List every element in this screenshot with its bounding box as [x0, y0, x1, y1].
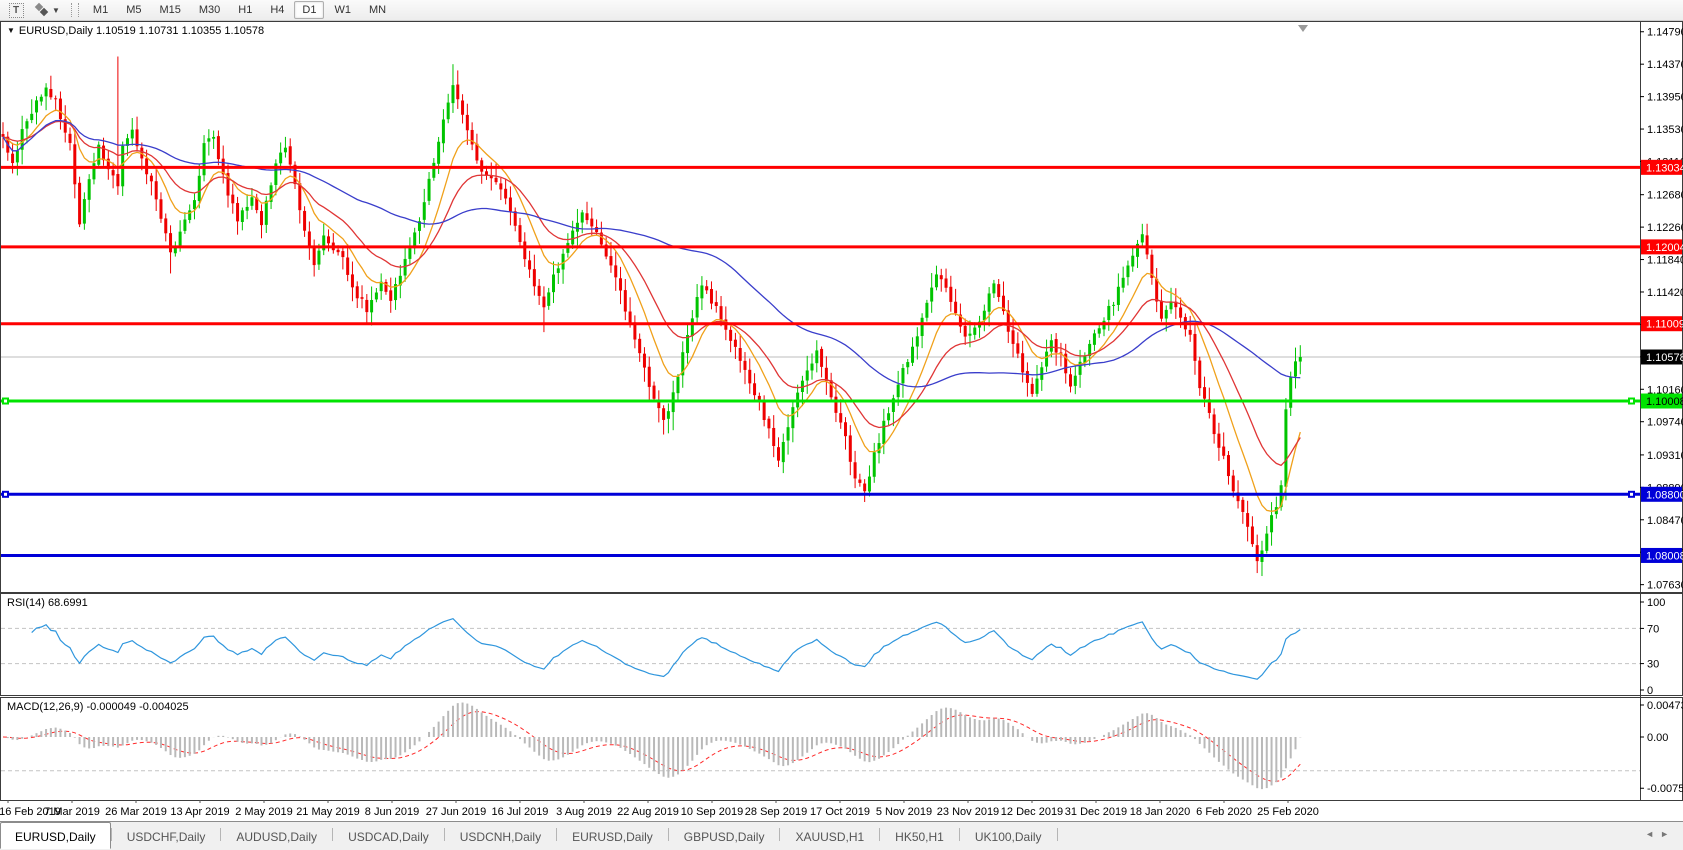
svg-text:70: 70 [1647, 623, 1659, 635]
svg-text:1.12260: 1.12260 [1647, 222, 1683, 234]
svg-text:1.08800: 1.08800 [1646, 489, 1683, 501]
svg-text:13 Apr 2019: 13 Apr 2019 [170, 806, 229, 818]
tab-gbpusd-daily[interactable]: GBPUSD,Daily [669, 823, 780, 848]
svg-text:6 Feb 2020: 6 Feb 2020 [1196, 806, 1252, 818]
svg-text:1.10578: 1.10578 [1646, 352, 1683, 364]
svg-text:1.13530: 1.13530 [1647, 124, 1683, 136]
svg-text:1.14790: 1.14790 [1647, 27, 1683, 39]
toolbar-grip[interactable] [71, 3, 79, 17]
chevron-down-icon: ▼ [52, 6, 60, 15]
cursor-tool-button[interactable]: ▼ [32, 1, 63, 19]
tab-hk50-h1[interactable]: HK50,H1 [880, 823, 959, 848]
svg-text:12 Dec 2019: 12 Dec 2019 [1001, 806, 1063, 818]
tab-separator [1057, 828, 1058, 841]
svg-text:23 Nov 2019: 23 Nov 2019 [937, 806, 999, 818]
svg-text:1.08008: 1.08008 [1646, 550, 1683, 562]
timeframe-button-h1[interactable]: H1 [230, 1, 260, 19]
svg-text:100: 100 [1647, 597, 1665, 609]
svg-text:3 Aug 2019: 3 Aug 2019 [556, 806, 612, 818]
svg-text:31 Dec 2019: 31 Dec 2019 [1065, 806, 1127, 818]
svg-text:17 Oct 2019: 17 Oct 2019 [810, 806, 870, 818]
svg-text:1.12680: 1.12680 [1647, 190, 1683, 202]
svg-text:1.09310: 1.09310 [1647, 450, 1683, 462]
timeframe-button-mn[interactable]: MN [361, 1, 394, 19]
rsi-indicator-label: RSI(14) 68.6991 [7, 597, 88, 609]
svg-text:1.09740: 1.09740 [1647, 417, 1683, 429]
svg-text:1.11840: 1.11840 [1647, 255, 1683, 267]
svg-text:5 Nov 2019: 5 Nov 2019 [876, 806, 932, 818]
timeframe-button-m30[interactable]: M30 [191, 1, 228, 19]
svg-text:30: 30 [1647, 659, 1659, 671]
tabs-holder: EURUSD,DailyUSDCHF,DailyAUDUSD,DailyUSDC… [0, 822, 1058, 849]
chart-tab-bar: EURUSD,DailyUSDCHF,DailyAUDUSD,DailyUSDC… [0, 821, 1683, 850]
timeframe-button-d1[interactable]: D1 [294, 1, 324, 19]
svg-text:8 Jun 2019: 8 Jun 2019 [365, 806, 419, 818]
svg-text:27 Jun 2019: 27 Jun 2019 [426, 806, 487, 818]
svg-text:28 Sep 2019: 28 Sep 2019 [745, 806, 807, 818]
svg-text:-0.007584: -0.007584 [1647, 783, 1683, 795]
text-tool-button[interactable]: T [4, 1, 28, 19]
tab-scroll-left-icon[interactable]: ◄ [1645, 829, 1660, 839]
svg-text:16 Jul 2019: 16 Jul 2019 [492, 806, 549, 818]
svg-text:2 May 2019: 2 May 2019 [235, 806, 292, 818]
svg-text:18 Jan 2020: 18 Jan 2020 [1130, 806, 1191, 818]
tab-eurusd-daily[interactable]: EURUSD,Daily [0, 822, 111, 849]
svg-text:1.11009: 1.11009 [1646, 319, 1683, 331]
svg-text:1.14370: 1.14370 [1647, 59, 1683, 71]
tab-usdchf-daily[interactable]: USDCHF,Daily [112, 823, 221, 848]
timeframe-button-m15[interactable]: M15 [151, 1, 188, 19]
tab-usdcad-daily[interactable]: USDCAD,Daily [333, 823, 444, 848]
svg-text:10 Sep 2019: 10 Sep 2019 [681, 806, 743, 818]
dropdown-triangle-icon: ▼ [7, 26, 15, 35]
timeframe-button-w1[interactable]: W1 [326, 1, 359, 19]
timeframe-button-m1[interactable]: M1 [85, 1, 116, 19]
svg-text:1.13034: 1.13034 [1646, 162, 1683, 174]
svg-text:26 Mar 2019: 26 Mar 2019 [105, 806, 167, 818]
tab-xauusd-h1[interactable]: XAUUSD,H1 [780, 823, 879, 848]
date-axis[interactable]: 16 Feb 20197 Mar 201926 Mar 201913 Apr 2… [0, 800, 1319, 818]
tab-audusd-daily[interactable]: AUDUSD,Daily [221, 823, 332, 848]
svg-text:1.07630: 1.07630 [1647, 580, 1683, 592]
svg-text:0.00: 0.00 [1647, 732, 1668, 744]
svg-text:7 Mar 2019: 7 Mar 2019 [44, 806, 100, 818]
svg-text:1.11420: 1.11420 [1647, 287, 1683, 299]
chart-title-ohlc: 1.10519 1.10731 1.10355 1.10578 [96, 25, 264, 37]
chart-title-symbol: EURUSD,Daily [19, 25, 93, 37]
svg-text:22 Aug 2019: 22 Aug 2019 [617, 806, 679, 818]
svg-text:21 May 2019: 21 May 2019 [296, 806, 360, 818]
svg-text:25 Feb 2020: 25 Feb 2020 [1257, 806, 1319, 818]
svg-text:1.12004: 1.12004 [1646, 242, 1683, 254]
timeframe-button-group: M1M5M15M30H1H4D1W1MN [84, 1, 395, 19]
cursor-tool-icon [35, 3, 50, 17]
timeframe-button-m5[interactable]: M5 [118, 1, 149, 19]
svg-text:0: 0 [1647, 685, 1653, 697]
svg-text:1.08470: 1.08470 [1647, 515, 1683, 527]
macd-indicator-label: MACD(12,26,9) -0.000049 -0.004025 [7, 701, 189, 713]
timeframe-button-h4[interactable]: H4 [262, 1, 292, 19]
panel-frames [1, 21, 1683, 801]
text-tool-icon: T [9, 3, 24, 18]
tab-scroll-arrows[interactable]: ◄► [1645, 829, 1675, 839]
tab-scroll-right-icon[interactable]: ► [1660, 829, 1675, 839]
chart-canvas[interactable]: 1.147901.143701.139501.135301.131101.126… [0, 21, 1683, 821]
svg-text:1.13950: 1.13950 [1647, 92, 1683, 104]
svg-text:1.10008: 1.10008 [1646, 396, 1683, 408]
svg-text:0.004738: 0.004738 [1647, 700, 1683, 712]
toolbar: T ▼ M1M5M15M30H1H4D1W1MN [0, 0, 1683, 21]
chart-title: ▼ EURUSD,Daily 1.10519 1.10731 1.10355 1.… [7, 25, 264, 37]
tab-uk100-daily[interactable]: UK100,Daily [960, 823, 1057, 848]
tab-eurusd-daily[interactable]: EURUSD,Daily [557, 823, 668, 848]
tab-usdcnh-daily[interactable]: USDCNH,Daily [445, 823, 556, 848]
